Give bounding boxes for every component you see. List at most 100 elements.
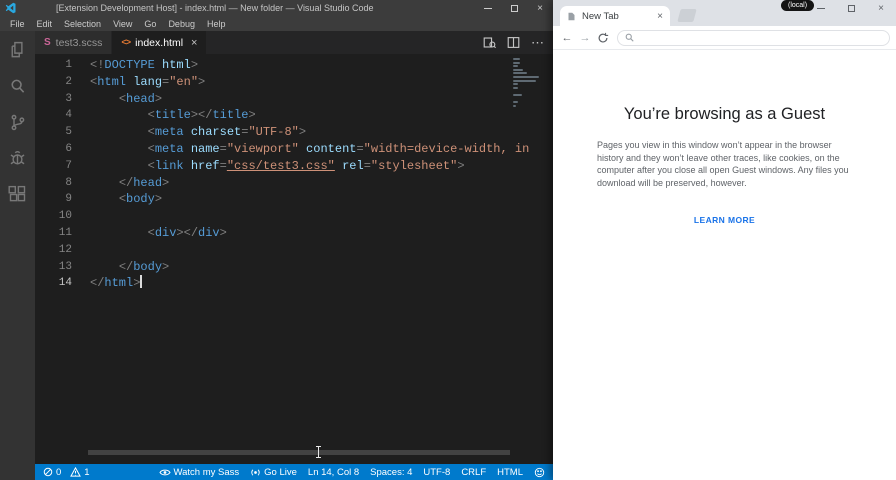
error-icon — [43, 467, 53, 477]
reload-button[interactable] — [595, 32, 611, 44]
code-line-11[interactable]: 11 <div></div> — [35, 225, 553, 242]
tab-label: test3.scss — [55, 36, 103, 49]
browser-tab-close-icon[interactable]: × — [657, 11, 663, 22]
line-number: 3 — [65, 92, 72, 105]
code-text: <body> — [118, 192, 163, 207]
error-count[interactable]: 0 — [43, 467, 61, 478]
line-number: 14 — [58, 277, 72, 290]
close-button[interactable]: × — [527, 0, 553, 16]
debug-icon[interactable] — [7, 148, 28, 169]
editor-tab-bar: S test3.scss <> index.html × ⋯ — [35, 31, 553, 54]
line-number: 6 — [65, 142, 72, 155]
indentation-setting[interactable]: Spaces: 4 — [370, 467, 412, 478]
window-title: [Extension Development Host] - index.htm… — [56, 3, 374, 13]
feedback-smiley-button[interactable] — [534, 467, 545, 478]
minimap-line — [513, 93, 522, 96]
menu-item-selection[interactable]: Selection — [58, 19, 107, 29]
code-text: <meta name="viewport" content="width=dev… — [147, 141, 530, 156]
browser-close-button[interactable]: × — [866, 0, 896, 16]
minimap-line — [513, 65, 518, 68]
new-tab-button[interactable] — [677, 9, 697, 22]
search-icon — [625, 33, 634, 42]
status-bar: 0 1 Watch my Sass Go Live Ln 14, Col 8 S… — [35, 464, 553, 480]
menu-item-help[interactable]: Help — [201, 19, 232, 29]
line-number: 2 — [65, 75, 72, 88]
code-text: </html> — [90, 275, 142, 291]
code-line-12[interactable]: 12 — [35, 242, 553, 259]
warning-count[interactable]: 1 — [70, 467, 90, 478]
minimap[interactable] — [513, 58, 543, 108]
browser-tab[interactable]: New Tab × — [560, 6, 670, 26]
code-line-3[interactable]: 3 <head> — [35, 91, 553, 108]
split-editor-icon[interactable] — [507, 36, 520, 49]
browser-toolbar: ← → — [553, 26, 896, 50]
code-line-7[interactable]: 7 <link href="css/test3.css" rel="styles… — [35, 158, 553, 175]
extensions-icon[interactable] — [7, 184, 28, 205]
encoding-setting[interactable]: UTF-8 — [423, 467, 450, 478]
open-preview-icon[interactable] — [483, 36, 496, 49]
code-line-2[interactable]: 2 <html lang="en"> — [35, 74, 553, 91]
code-line-8[interactable]: 8 </head> — [35, 175, 553, 192]
more-actions-icon[interactable]: ⋯ — [531, 35, 545, 51]
menu-item-view[interactable]: View — [107, 19, 138, 29]
code-text: <link href="css/test3.css" rel="styleshe… — [147, 158, 465, 173]
code-line-1[interactable]: 1 <!DOCTYPE html> — [35, 57, 553, 74]
vscode-main: S test3.scss <> index.html × ⋯ 1 <!DOCTY… — [0, 31, 553, 480]
local-badge: (local) — [781, 0, 815, 11]
menu-item-go[interactable]: Go — [138, 19, 162, 29]
vscode-window: [Extension Development Host] - index.htm… — [0, 0, 553, 480]
back-button[interactable]: ← — [559, 30, 575, 46]
menu-item-file[interactable]: File — [4, 19, 31, 29]
vscode-logo-icon — [5, 2, 16, 14]
menu-item-debug[interactable]: Debug — [162, 19, 201, 29]
code-line-13[interactable]: 13 </body> — [35, 259, 553, 276]
go-live-button[interactable]: Go Live — [250, 467, 297, 478]
code-line-4[interactable]: 4 <title></title> — [35, 107, 553, 124]
menu-item-edit[interactable]: Edit — [31, 19, 59, 29]
tab-test3-scss[interactable]: S test3.scss — [35, 31, 113, 54]
code-text: <title></title> — [147, 108, 256, 123]
code-lines: 1 <!DOCTYPE html> 2 <html lang="en"> 3 <head… — [35, 57, 553, 292]
tab-close-icon[interactable]: × — [191, 37, 197, 49]
maximize-button[interactable] — [501, 0, 527, 16]
code-line-5[interactable]: 5 <meta charset="UTF-8"> — [35, 124, 553, 141]
code-line-9[interactable]: 9 <body> — [35, 191, 553, 208]
horizontal-scrollbar[interactable] — [88, 450, 510, 455]
explorer-icon[interactable] — [7, 40, 28, 61]
source-control-icon[interactable] — [7, 112, 28, 133]
minimize-button[interactable] — [475, 0, 501, 16]
vscode-titlebar: [Extension Development Host] - index.htm… — [0, 0, 553, 16]
learn-more-link[interactable]: LEARN MORE — [694, 215, 755, 225]
code-line-10[interactable]: 10 — [35, 208, 553, 225]
code-editor[interactable]: 1 <!DOCTYPE html> 2 <html lang="en"> 3 <head… — [35, 54, 553, 464]
line-number: 8 — [65, 176, 72, 189]
cursor-position[interactable]: Ln 14, Col 8 — [308, 467, 359, 478]
language-mode[interactable]: HTML — [497, 467, 523, 478]
line-number: 13 — [58, 260, 72, 273]
browser-tab-strip: New Tab × (local) × — [553, 0, 896, 26]
eye-icon — [158, 469, 171, 475]
activity-bar — [0, 31, 35, 480]
tab-index-html[interactable]: <> index.html × — [112, 31, 208, 54]
code-text: <html lang="en"> — [90, 74, 206, 89]
minimap-line — [513, 72, 527, 75]
minimap-line — [513, 104, 517, 107]
code-text: <head> — [118, 91, 163, 106]
code-line-14[interactable]: 14 </html> — [35, 275, 553, 292]
address-bar[interactable] — [617, 29, 890, 46]
watch-sass-button[interactable]: Watch my Sass — [158, 467, 239, 478]
code-text: </head> — [118, 175, 170, 190]
line-number: 5 — [65, 126, 72, 139]
status-bar-right: Watch my Sass Go Live Ln 14, Col 8 Space… — [148, 467, 545, 478]
line-number: 1 — [65, 59, 72, 71]
forward-button[interactable]: → — [577, 30, 593, 46]
warning-icon — [70, 467, 82, 477]
eol-setting[interactable]: CRLF — [461, 467, 486, 478]
line-number: 10 — [58, 210, 72, 223]
search-icon[interactable] — [7, 76, 28, 97]
browser-maximize-button[interactable] — [836, 0, 866, 16]
code-line-6[interactable]: 6 <meta name="viewport" content="width=d… — [35, 141, 553, 158]
minimap-line — [513, 101, 518, 104]
